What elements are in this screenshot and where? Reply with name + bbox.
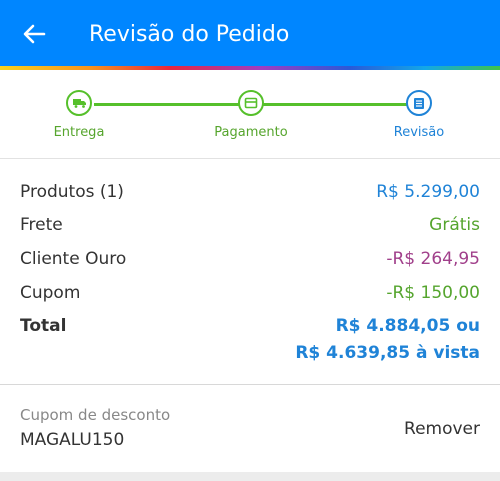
summary-row-gold: Cliente Ouro -R$ 264,95 <box>20 249 480 273</box>
coupon-discount-value: -R$ 150,00 <box>386 283 480 303</box>
step-circle <box>238 90 264 116</box>
step-label-entrega: Entrega <box>53 125 105 140</box>
step-label-pagamento: Pagamento <box>214 125 288 140</box>
summary-row-coupon: Cupom -R$ 150,00 <box>20 283 480 307</box>
order-summary: Produtos (1) R$ 5.299,00 Frete Grátis Cl… <box>0 160 500 384</box>
coupon-field-label: Cupom de desconto <box>20 406 171 424</box>
summary-row-total: Total R$ 4.884,05 ou R$ 4.639,85 à vista <box>20 316 480 366</box>
bottom-separator <box>0 472 500 481</box>
gold-label: Cliente Ouro <box>20 249 127 269</box>
arrow-left-icon[interactable] <box>20 20 48 48</box>
app-bar: Revisão do Pedido <box>0 0 500 66</box>
total-cash-value: R$ 4.639,85 à vista <box>295 343 480 363</box>
list-icon <box>414 98 424 109</box>
step-circle <box>406 90 432 116</box>
shipping-label: Frete <box>20 215 63 235</box>
summary-row-products: Produtos (1) R$ 5.299,00 <box>20 182 480 206</box>
page-title: Revisão do Pedido <box>89 22 290 47</box>
coupon-discount-label: Cupom <box>20 283 81 303</box>
total-value: R$ 4.884,05 ou <box>335 316 480 336</box>
summary-row-shipping: Frete Grátis <box>20 215 480 239</box>
products-label: Produtos (1) <box>20 182 124 202</box>
truck-icon <box>73 99 86 108</box>
step-circle <box>66 90 92 116</box>
products-value: R$ 5.299,00 <box>376 182 480 202</box>
coupon-code: MAGALU150 <box>20 430 125 450</box>
shipping-value: Grátis <box>429 215 480 235</box>
checkout-stepper: Entrega Pagamento Revisão <box>0 70 500 158</box>
card-icon <box>244 97 258 109</box>
total-label: Total <box>20 316 67 336</box>
divider <box>0 384 500 385</box>
step-label-revisao: Revisão <box>393 125 445 140</box>
gold-value: -R$ 264,95 <box>386 249 480 269</box>
divider <box>0 158 500 159</box>
remove-coupon-button[interactable]: Remover <box>404 419 480 439</box>
